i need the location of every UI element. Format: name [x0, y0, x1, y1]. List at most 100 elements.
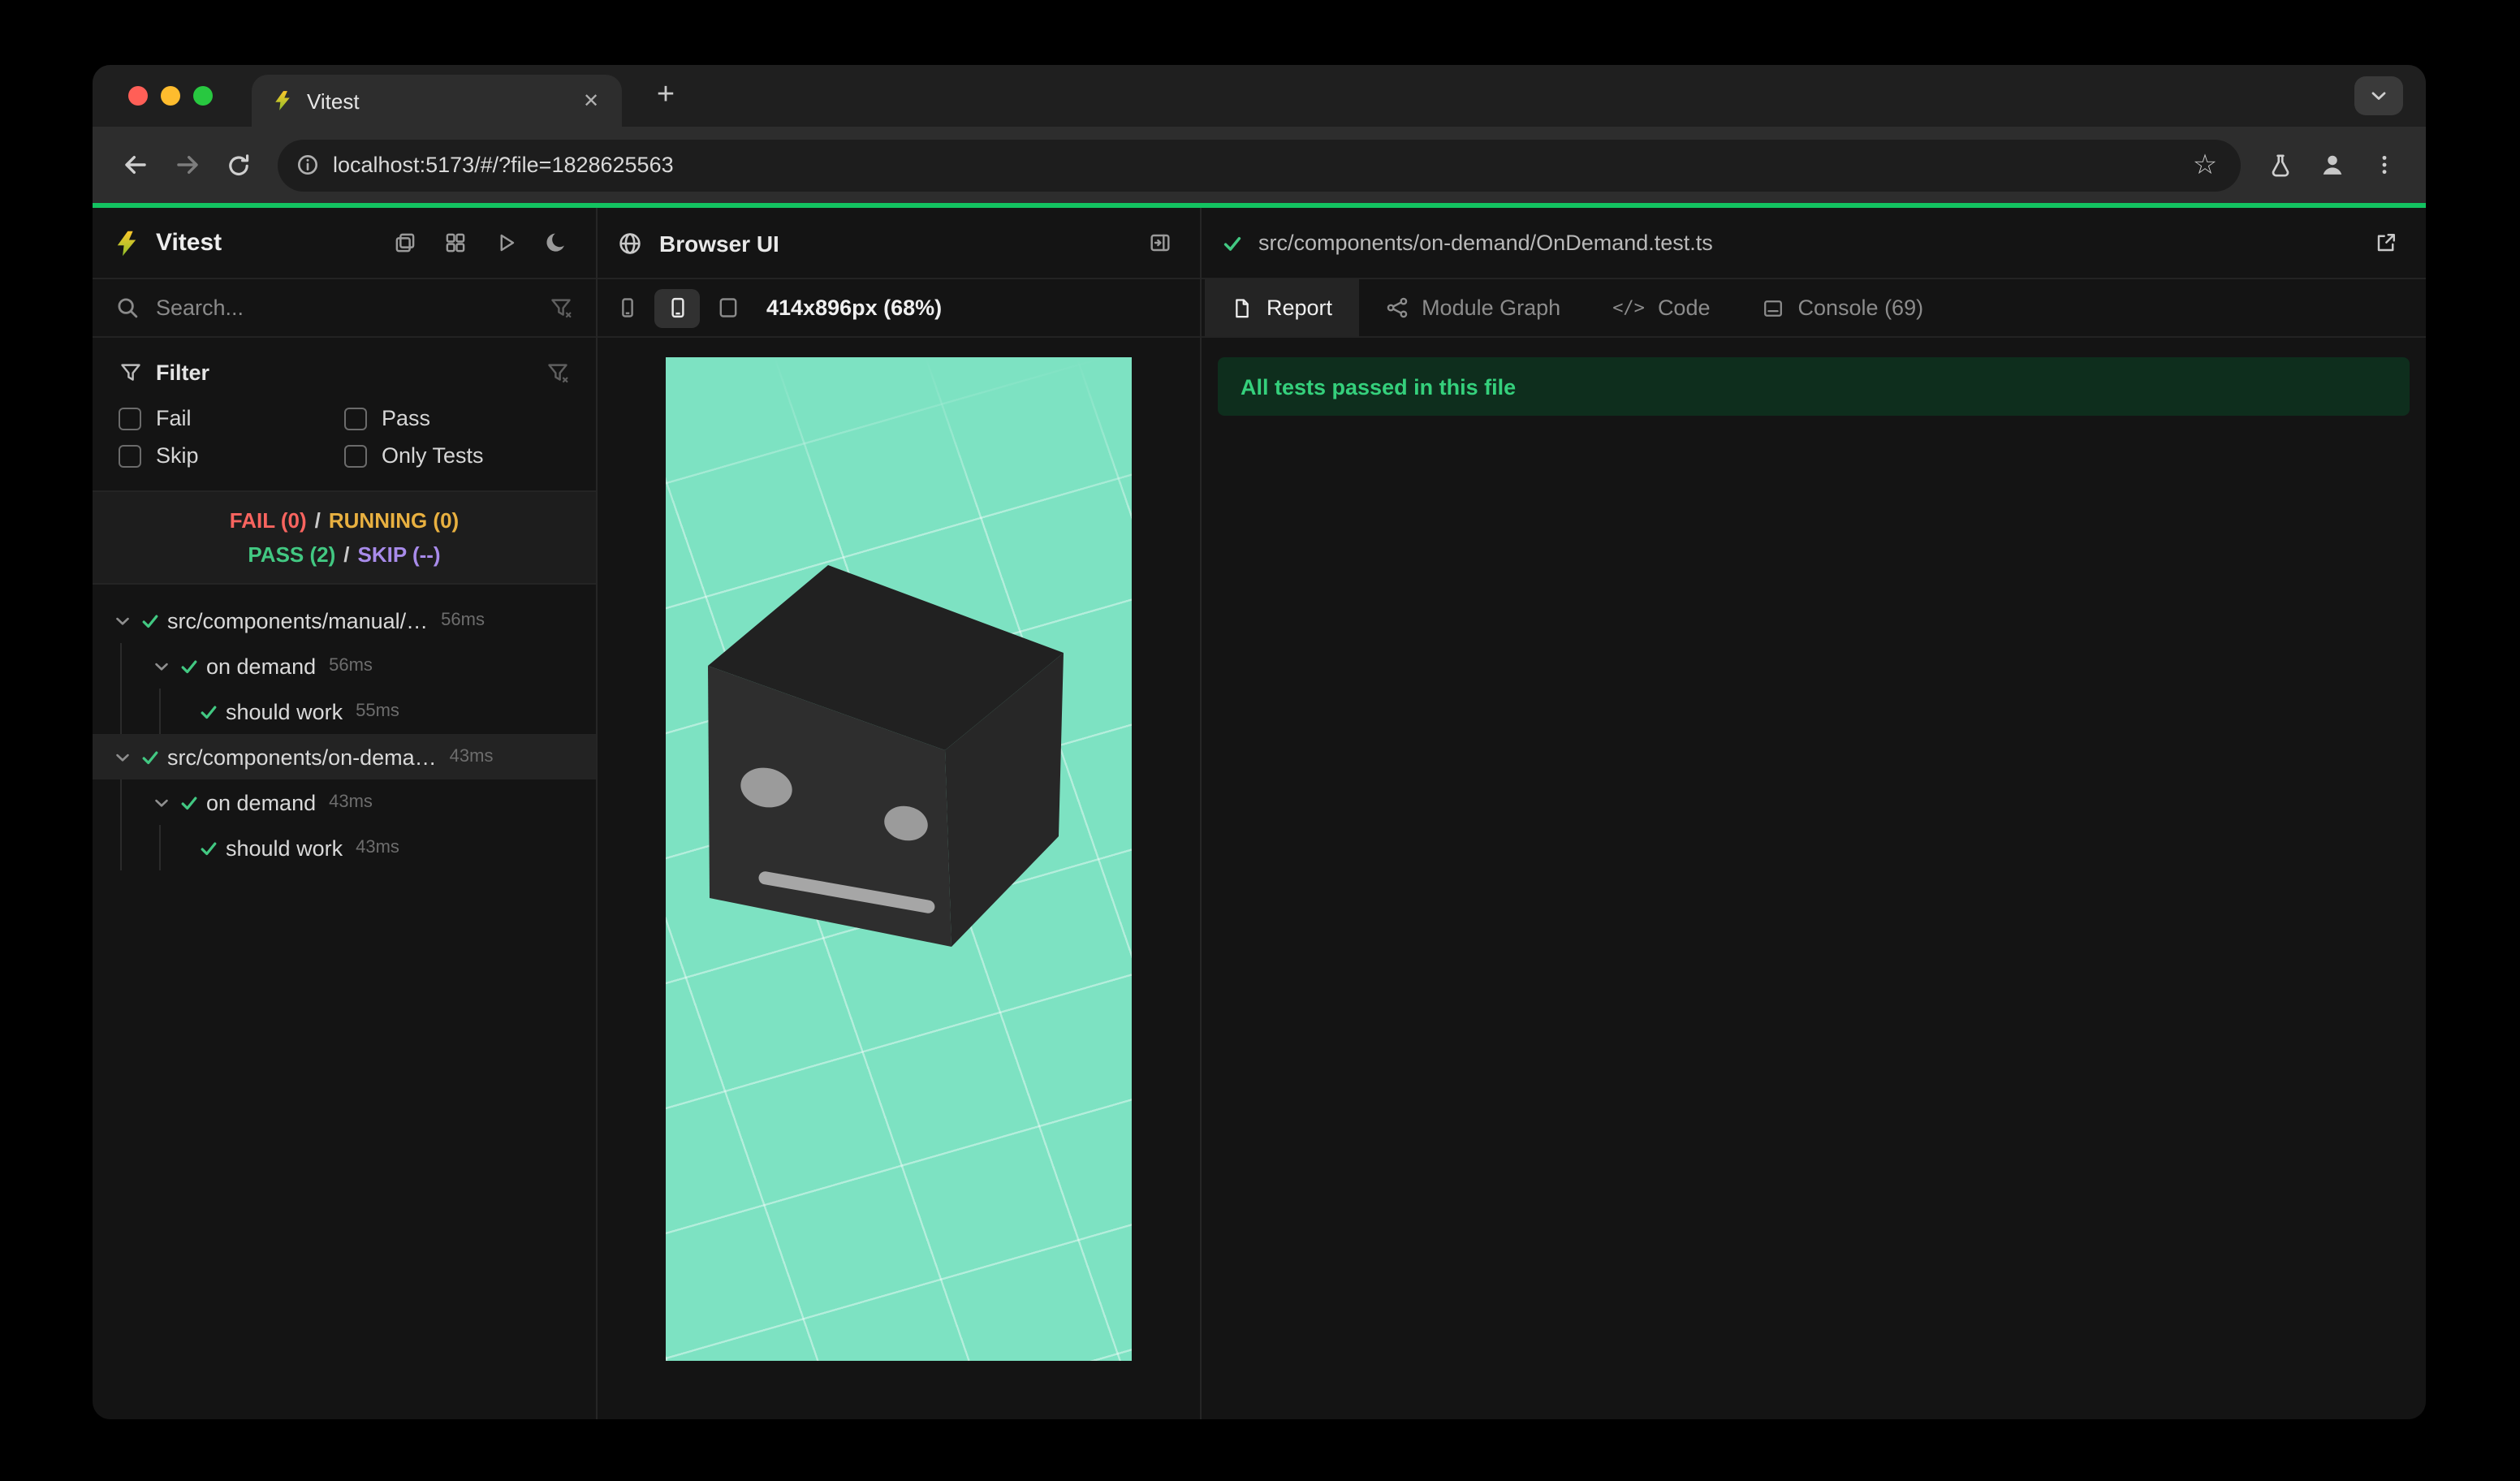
- preview-toolbar: 414x896px (68%): [598, 279, 1200, 338]
- open-in-panel-icon[interactable]: [1138, 222, 1180, 264]
- run-summary-line-2: PASS (2) / SKIP (--): [248, 542, 441, 567]
- traffic-lights: [128, 86, 213, 106]
- check-icon: [193, 701, 222, 722]
- url-bar[interactable]: localhost:5173/#/?file=1828625563 ☆: [278, 139, 2241, 191]
- skip-count: SKIP (--): [357, 542, 441, 567]
- tab-search-chevron-icon[interactable]: [2354, 76, 2403, 115]
- device-phone-small-icon[interactable]: [604, 288, 649, 327]
- browser-tab[interactable]: Vitest ✕: [252, 75, 622, 127]
- test-suite-label: on demand: [206, 654, 317, 678]
- tab-code[interactable]: </> Code: [1586, 279, 1736, 336]
- globe-icon: [617, 230, 643, 256]
- test-tree: src/components/manual/… 56ms on demand 5…: [93, 585, 596, 1419]
- back-icon[interactable]: [109, 139, 161, 191]
- chevron-down-icon[interactable]: [148, 655, 174, 676]
- check-icon: [135, 610, 164, 631]
- device-tablet-icon[interactable]: [705, 288, 750, 327]
- robot-cube-3d: [708, 565, 1064, 947]
- search-icon: [115, 296, 140, 320]
- reset-filter-funnel-icon[interactable]: [546, 360, 570, 384]
- test-case-row[interactable]: should work 55ms: [93, 689, 596, 734]
- test-case-row[interactable]: should work 43ms: [93, 825, 596, 870]
- result-file-path: src/components/on-demand/OnDemand.test.t…: [1258, 231, 1713, 255]
- url-text: localhost:5173/#/?file=1828625563: [333, 153, 674, 177]
- chevron-down-icon[interactable]: [109, 746, 135, 767]
- check-icon: [174, 792, 203, 813]
- vitest-ui: Vitest Search... Filter Fail Pass Skip O…: [93, 208, 2426, 1419]
- run-summary-line-1: FAIL (0) / RUNNING (0): [229, 508, 460, 533]
- test-duration: 56ms: [329, 656, 373, 676]
- minimize-window-button[interactable]: [161, 86, 180, 106]
- filter-checkbox-skip[interactable]: Skip: [119, 443, 344, 468]
- close-window-button[interactable]: [128, 86, 148, 106]
- check-icon: [174, 655, 203, 676]
- tab-title: Vitest: [307, 89, 360, 113]
- sidebar-header: Vitest: [93, 208, 596, 279]
- tab-label: Console (69): [1797, 296, 1924, 320]
- dashboard-grid-icon[interactable]: [434, 222, 476, 264]
- tab-strip: Vitest ✕ +: [93, 65, 2426, 127]
- maximize-window-button[interactable]: [193, 86, 213, 106]
- profile-avatar-icon[interactable]: [2306, 139, 2358, 191]
- results-panel: src/components/on-demand/OnDemand.test.t…: [1202, 208, 2426, 1419]
- search-input[interactable]: [156, 296, 549, 320]
- tab-label: Module Graph: [1422, 296, 1561, 320]
- tab-console[interactable]: Console (69): [1737, 279, 1950, 336]
- test-duration: 55ms: [356, 702, 399, 721]
- app-viewport[interactable]: [666, 357, 1132, 1361]
- site-info-icon[interactable]: [284, 142, 330, 188]
- experiments-flask-icon[interactable]: [2254, 139, 2306, 191]
- chevron-down-icon[interactable]: [148, 792, 174, 813]
- test-file-row[interactable]: src/components/manual/… 56ms: [93, 598, 596, 643]
- checkbox[interactable]: [119, 407, 141, 430]
- filter-title: Filter: [156, 360, 210, 384]
- checkbox[interactable]: [344, 444, 367, 467]
- device-phone-selected-icon[interactable]: [654, 288, 700, 327]
- code-icon: </>: [1612, 297, 1645, 318]
- filter-funnel-icon: [119, 360, 143, 384]
- test-file-row-selected[interactable]: src/components/on-dema… 43ms: [93, 734, 596, 779]
- test-suite-row[interactable]: on demand 56ms: [93, 643, 596, 689]
- preview-title: Browser UI: [659, 230, 779, 256]
- test-duration: 43ms: [449, 747, 494, 766]
- checkbox[interactable]: [344, 407, 367, 430]
- clear-filter-funnel-icon[interactable]: [549, 296, 573, 320]
- close-tab-icon[interactable]: ✕: [576, 86, 606, 115]
- new-tab-button[interactable]: +: [645, 75, 687, 117]
- check-icon: [193, 837, 222, 858]
- chevron-down-icon[interactable]: [109, 610, 135, 631]
- tab-label: Report: [1266, 296, 1333, 320]
- filter-checkbox-fail[interactable]: Fail: [119, 406, 344, 430]
- results-header: src/components/on-demand/OnDemand.test.t…: [1202, 208, 2426, 279]
- bookmark-star-icon[interactable]: ☆: [2182, 142, 2228, 188]
- browser-window: Vitest ✕ + localhost:5173/#/?file=182862…: [93, 65, 2426, 1419]
- dark-mode-moon-icon[interactable]: [534, 222, 576, 264]
- reload-icon[interactable]: [213, 139, 265, 191]
- test-duration: 43ms: [329, 792, 373, 812]
- check-icon: [1221, 231, 1244, 254]
- browser-menu-kebab-icon[interactable]: [2358, 139, 2410, 191]
- checkbox-label: Fail: [156, 406, 192, 430]
- preview-header: Browser UI: [598, 208, 1200, 279]
- run-all-play-icon[interactable]: [484, 222, 526, 264]
- browser-preview-panel: Browser UI 414x896px (68%): [598, 208, 1202, 1419]
- tab-report[interactable]: Report: [1205, 279, 1359, 336]
- test-file-label: src/components/on-dema…: [167, 745, 437, 769]
- test-case-label: should work: [226, 699, 343, 723]
- address-toolbar: localhost:5173/#/?file=1828625563 ☆: [93, 127, 2426, 203]
- fail-count: FAIL (0): [229, 508, 307, 533]
- checkbox[interactable]: [119, 444, 141, 467]
- collapse-panels-icon[interactable]: [383, 222, 425, 264]
- running-count: RUNNING (0): [328, 508, 460, 533]
- pass-count: PASS (2): [248, 542, 336, 567]
- tab-module-graph[interactable]: Module Graph: [1358, 279, 1586, 336]
- filter-checkbox-pass[interactable]: Pass: [344, 406, 570, 430]
- forward-icon[interactable]: [161, 139, 213, 191]
- test-suite-label: on demand: [206, 790, 317, 814]
- external-link-icon[interactable]: [2364, 222, 2406, 264]
- checkbox-label: Pass: [382, 406, 431, 430]
- filter-checkbox-only-tests[interactable]: Only Tests: [344, 443, 570, 468]
- test-case-label: should work: [226, 835, 343, 860]
- run-summary: FAIL (0) / RUNNING (0) PASS (2) / SKIP (--): [93, 490, 596, 585]
- test-suite-row[interactable]: on demand 43ms: [93, 779, 596, 825]
